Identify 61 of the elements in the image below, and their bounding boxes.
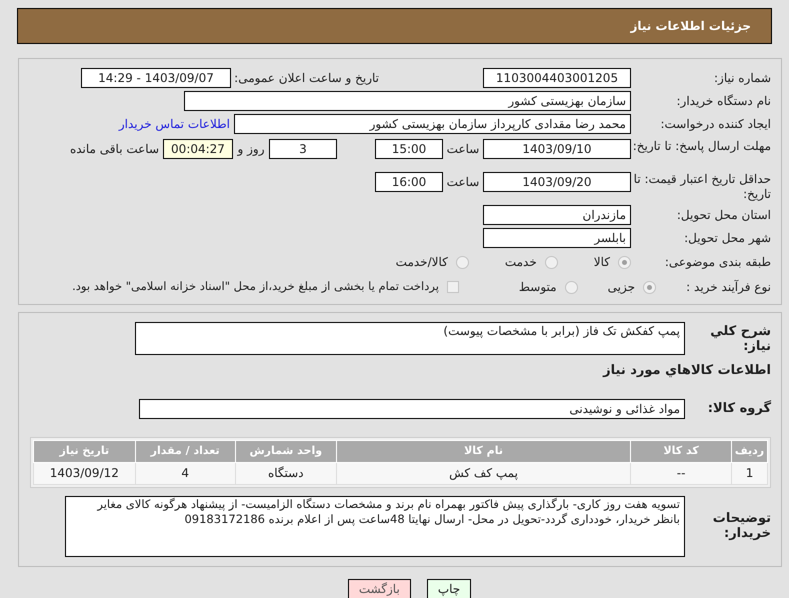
column-header: واحد شمارش [235,440,336,462]
radio-button[interactable] [643,280,656,294]
section-heading: اطلاعات كالاهاي مورد نياز [602,362,771,380]
text-field[interactable]: 15:00 [375,139,443,159]
table-cell: 4 [135,462,236,484]
field-label: ایجاد کننده درخواست: [659,116,771,132]
contact-link[interactable]: اطلاعات تماس خریدار [118,115,230,133]
text-field[interactable]: سازمان بهزیستی کشور [184,91,631,111]
field-label: شرح كلي نياز: [709,324,771,354]
radio-label: خدمت [504,254,537,271]
text-field[interactable]: 1403/09/07 - 14:29 [81,68,231,88]
days-label: روز و [236,141,266,158]
radio-label: کالا [594,254,610,271]
radio-label: کالا/خدمت [396,254,448,271]
text-field[interactable]: 1403/09/20 [483,172,631,192]
radio-label: متوسط [518,279,557,296]
description-textarea[interactable]: پمپ کفکش تک فاز (برابر با مشخصات پیوست) [135,322,685,355]
checkbox[interactable] [446,281,459,293]
print-button[interactable]: چاپ [426,578,472,598]
checkbox-label: پرداخت تمام یا بخشی از مبلغ خرید،از محل "اسناد خزانه اسلامی" خواهد بود. [72,278,439,296]
table-cell: 1403/09/12 [34,462,136,484]
radio-label: جزیی [608,279,635,296]
remaining-label: ساعت باقی مانده [70,141,159,158]
radio-button[interactable] [544,256,558,268]
column-header: تاریخ نیاز [34,440,136,462]
field-label: مهلت ارسال پاسخ: تا تاریخ: [632,139,771,154]
text-field[interactable]: 1103004403001205 [483,68,631,88]
countdown-field[interactable]: 00:04:27 [163,139,233,159]
table-cell: دستگاه [235,462,336,484]
text-field[interactable]: مازندران [483,205,631,225]
column-header: کد کالا [630,440,732,462]
table-cell: -- [630,462,732,484]
field-label: استان محل تحویل: [676,208,771,222]
field-label: حداقل تاریخ اعتبار قیمت: تا تاریخ: [632,172,771,202]
notes-textarea[interactable]: تسویه هفت روز کاری- بارگذاری پیش فاکتور بهمراه نام برند و مشخصات دستگاه الزامیست- از پیشنهاد هرگونه کالای مغایر بانظر خریدار، خودداری گردد-تحویل در محل- ارسال نهایتا 48ساعت پس از اعلام برنده 09183172186 [65,496,685,556]
column-header: تعداد / مقدار [135,440,236,462]
text-field[interactable]: مواد غذائی و نوشیدنی [139,398,685,418]
table-cell: پمپ کف کش [336,462,631,484]
radio-button[interactable] [564,280,578,294]
time-label: ساعت [446,174,480,191]
radio-button[interactable] [618,256,631,268]
text-field[interactable]: 3 [269,139,337,159]
text-field[interactable]: بابلسر [483,228,631,248]
field-label: نام دستگاه خریدار: [676,94,771,108]
back-button[interactable]: بازگشت [348,578,411,598]
text-field[interactable]: محمد رضا مقدادی کارپرداز سازمان بهزیستی کشور [234,114,631,134]
table-cell: 1 [732,462,768,484]
column-header: نام کالا [336,440,631,462]
time-label: ساعت [446,141,480,158]
radio-button[interactable] [456,256,469,268]
field-label: طبقه بندی موضوعی: [664,254,771,270]
column-header: ردیف [732,440,768,462]
field-label: گروه کالا: [706,401,771,416]
field-label: توضیحات خریدار: [712,511,771,541]
field-label: شهر محل تحویل: [683,230,771,246]
field-label: تاریخ و ساعت اعلان عمومی: [233,70,379,86]
field-label: نوع فرآیند خرید : [685,280,771,294]
field-label: شماره نیاز: [713,70,771,86]
page-header: جزئیات اطلاعات نیاز [17,8,772,44]
text-field[interactable]: 1403/09/10 [483,139,631,159]
text-field[interactable]: 16:00 [375,172,443,192]
